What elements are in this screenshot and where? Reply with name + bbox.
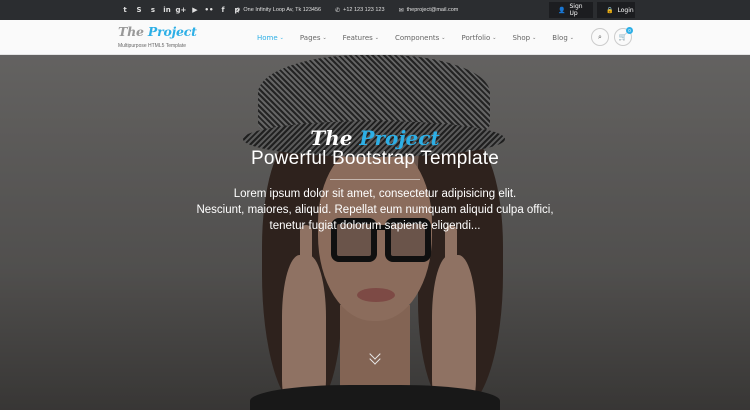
logo-project: Project [147, 24, 197, 39]
envelope-icon: ✉ [398, 6, 404, 14]
scroll-down-button[interactable] [369, 348, 381, 373]
hero-title: Powerful Bootstrap Template [251, 148, 499, 169]
nav-blog[interactable]: Blog ⌄ [552, 34, 574, 42]
hero-desc-line1: Lorem ipsum dolor sit amet, consectetur … [233, 188, 517, 200]
flickr-icon[interactable]: •• [202, 0, 216, 20]
chevron-down-icon: ⌄ [374, 34, 379, 41]
login-button[interactable]: 🔒 Login [597, 2, 635, 18]
auth-buttons: 👤 Sign Up 🔒 Login [549, 2, 635, 18]
site-logo[interactable]: The Project [118, 24, 197, 39]
social-links: t S s in g+ ▶ •• f p [118, 0, 244, 20]
signup-button[interactable]: 👤 Sign Up [549, 2, 593, 18]
main-header: The Project Multipurpose HTML5 Template … [0, 20, 750, 55]
login-label: Login [617, 6, 634, 14]
hero-brand-the: The [310, 126, 360, 150]
nav-features-label: Features [342, 33, 373, 42]
phone-icon: ✆ [335, 6, 341, 14]
nav-shop[interactable]: Shop ⌄ [512, 34, 536, 42]
top-bar: t S s in g+ ▶ •• f p ⚲ One Infinity Loop… [0, 0, 750, 20]
email-item[interactable]: ✉ theproject@mail.com [399, 7, 459, 14]
skype-alt-icon[interactable]: s [146, 0, 160, 20]
phone-item: ✆ +12 123 123 123 [335, 7, 384, 14]
nav-home-label: Home [257, 33, 278, 42]
map-marker-icon: ⚲ [236, 6, 241, 14]
google-plus-icon[interactable]: g+ [174, 0, 188, 20]
search-button[interactable]: ⌕ [591, 28, 609, 46]
hero-desc-line2: Nesciunt, maiores, aliquid. Repellat eum… [196, 204, 554, 216]
address-text: One Infinity Loop Av, Tk 123456 [243, 7, 322, 13]
hero-brand-project: Project [359, 126, 440, 150]
phone-text: +12 123 123 123 [343, 7, 385, 13]
chevron-down-icon: ⌄ [569, 34, 574, 41]
facebook-icon[interactable]: f [216, 0, 230, 20]
nav-shop-label: Shop [512, 33, 531, 42]
nav-pages-label: Pages [299, 33, 321, 42]
nav-components[interactable]: Components ⌄ [395, 34, 446, 42]
nav-home[interactable]: Home ⌄ [257, 34, 284, 42]
contact-info: ⚲ One Infinity Loop Av, Tk 123456 ✆ +12 … [236, 0, 458, 20]
nav-pages[interactable]: Pages ⌄ [300, 34, 327, 42]
site-tagline: Multipurpose HTML5 Template [118, 43, 186, 49]
lock-icon: 🔒 [606, 6, 614, 14]
hero-description: Lorem ipsum dolor sit amet, consectetur … [150, 186, 600, 234]
nav-features[interactable]: Features ⌄ [343, 34, 379, 42]
logo-the: The [118, 24, 148, 39]
nav-portfolio-label: Portfolio [461, 33, 491, 42]
linkedin-icon[interactable]: in [160, 0, 174, 20]
nav-portfolio[interactable]: Portfolio ⌄ [461, 34, 496, 42]
hero-divider [330, 179, 420, 180]
main-nav: Home ⌄ Pages ⌄ Features ⌄ Components ⌄ Portf… [257, 20, 574, 55]
hero-section: The Project Powerful Bootstrap Template … [0, 55, 750, 410]
cart-icon: 🛒 [618, 33, 628, 41]
youtube-icon[interactable]: ▶ [188, 0, 202, 20]
chevron-down-icon: ⌄ [279, 34, 284, 41]
signup-label: Sign Up [569, 3, 583, 17]
nav-components-label: Components [394, 33, 440, 42]
user-icon: 👤 [558, 6, 566, 14]
hero-desc-line3: tenetur fugiat dolorum sapiente eligendi… [269, 220, 481, 232]
email-text[interactable]: theproject@mail.com [407, 7, 459, 13]
cart-count-badge: 0 [626, 27, 633, 34]
search-icon: ⌕ [598, 32, 602, 41]
nav-blog-label: Blog [552, 33, 568, 42]
skype-icon[interactable]: S [132, 0, 146, 20]
chevron-down-icon: ⌄ [492, 34, 497, 41]
chevron-down-icon: ⌄ [441, 34, 446, 41]
hero-brand: The Project [0, 126, 750, 150]
chevron-down-icon: ⌄ [322, 34, 327, 41]
twitter-icon[interactable]: t [118, 0, 132, 20]
chevron-down-icon: ⌄ [532, 34, 537, 41]
address-item: ⚲ One Infinity Loop Av, Tk 123456 [236, 7, 321, 14]
